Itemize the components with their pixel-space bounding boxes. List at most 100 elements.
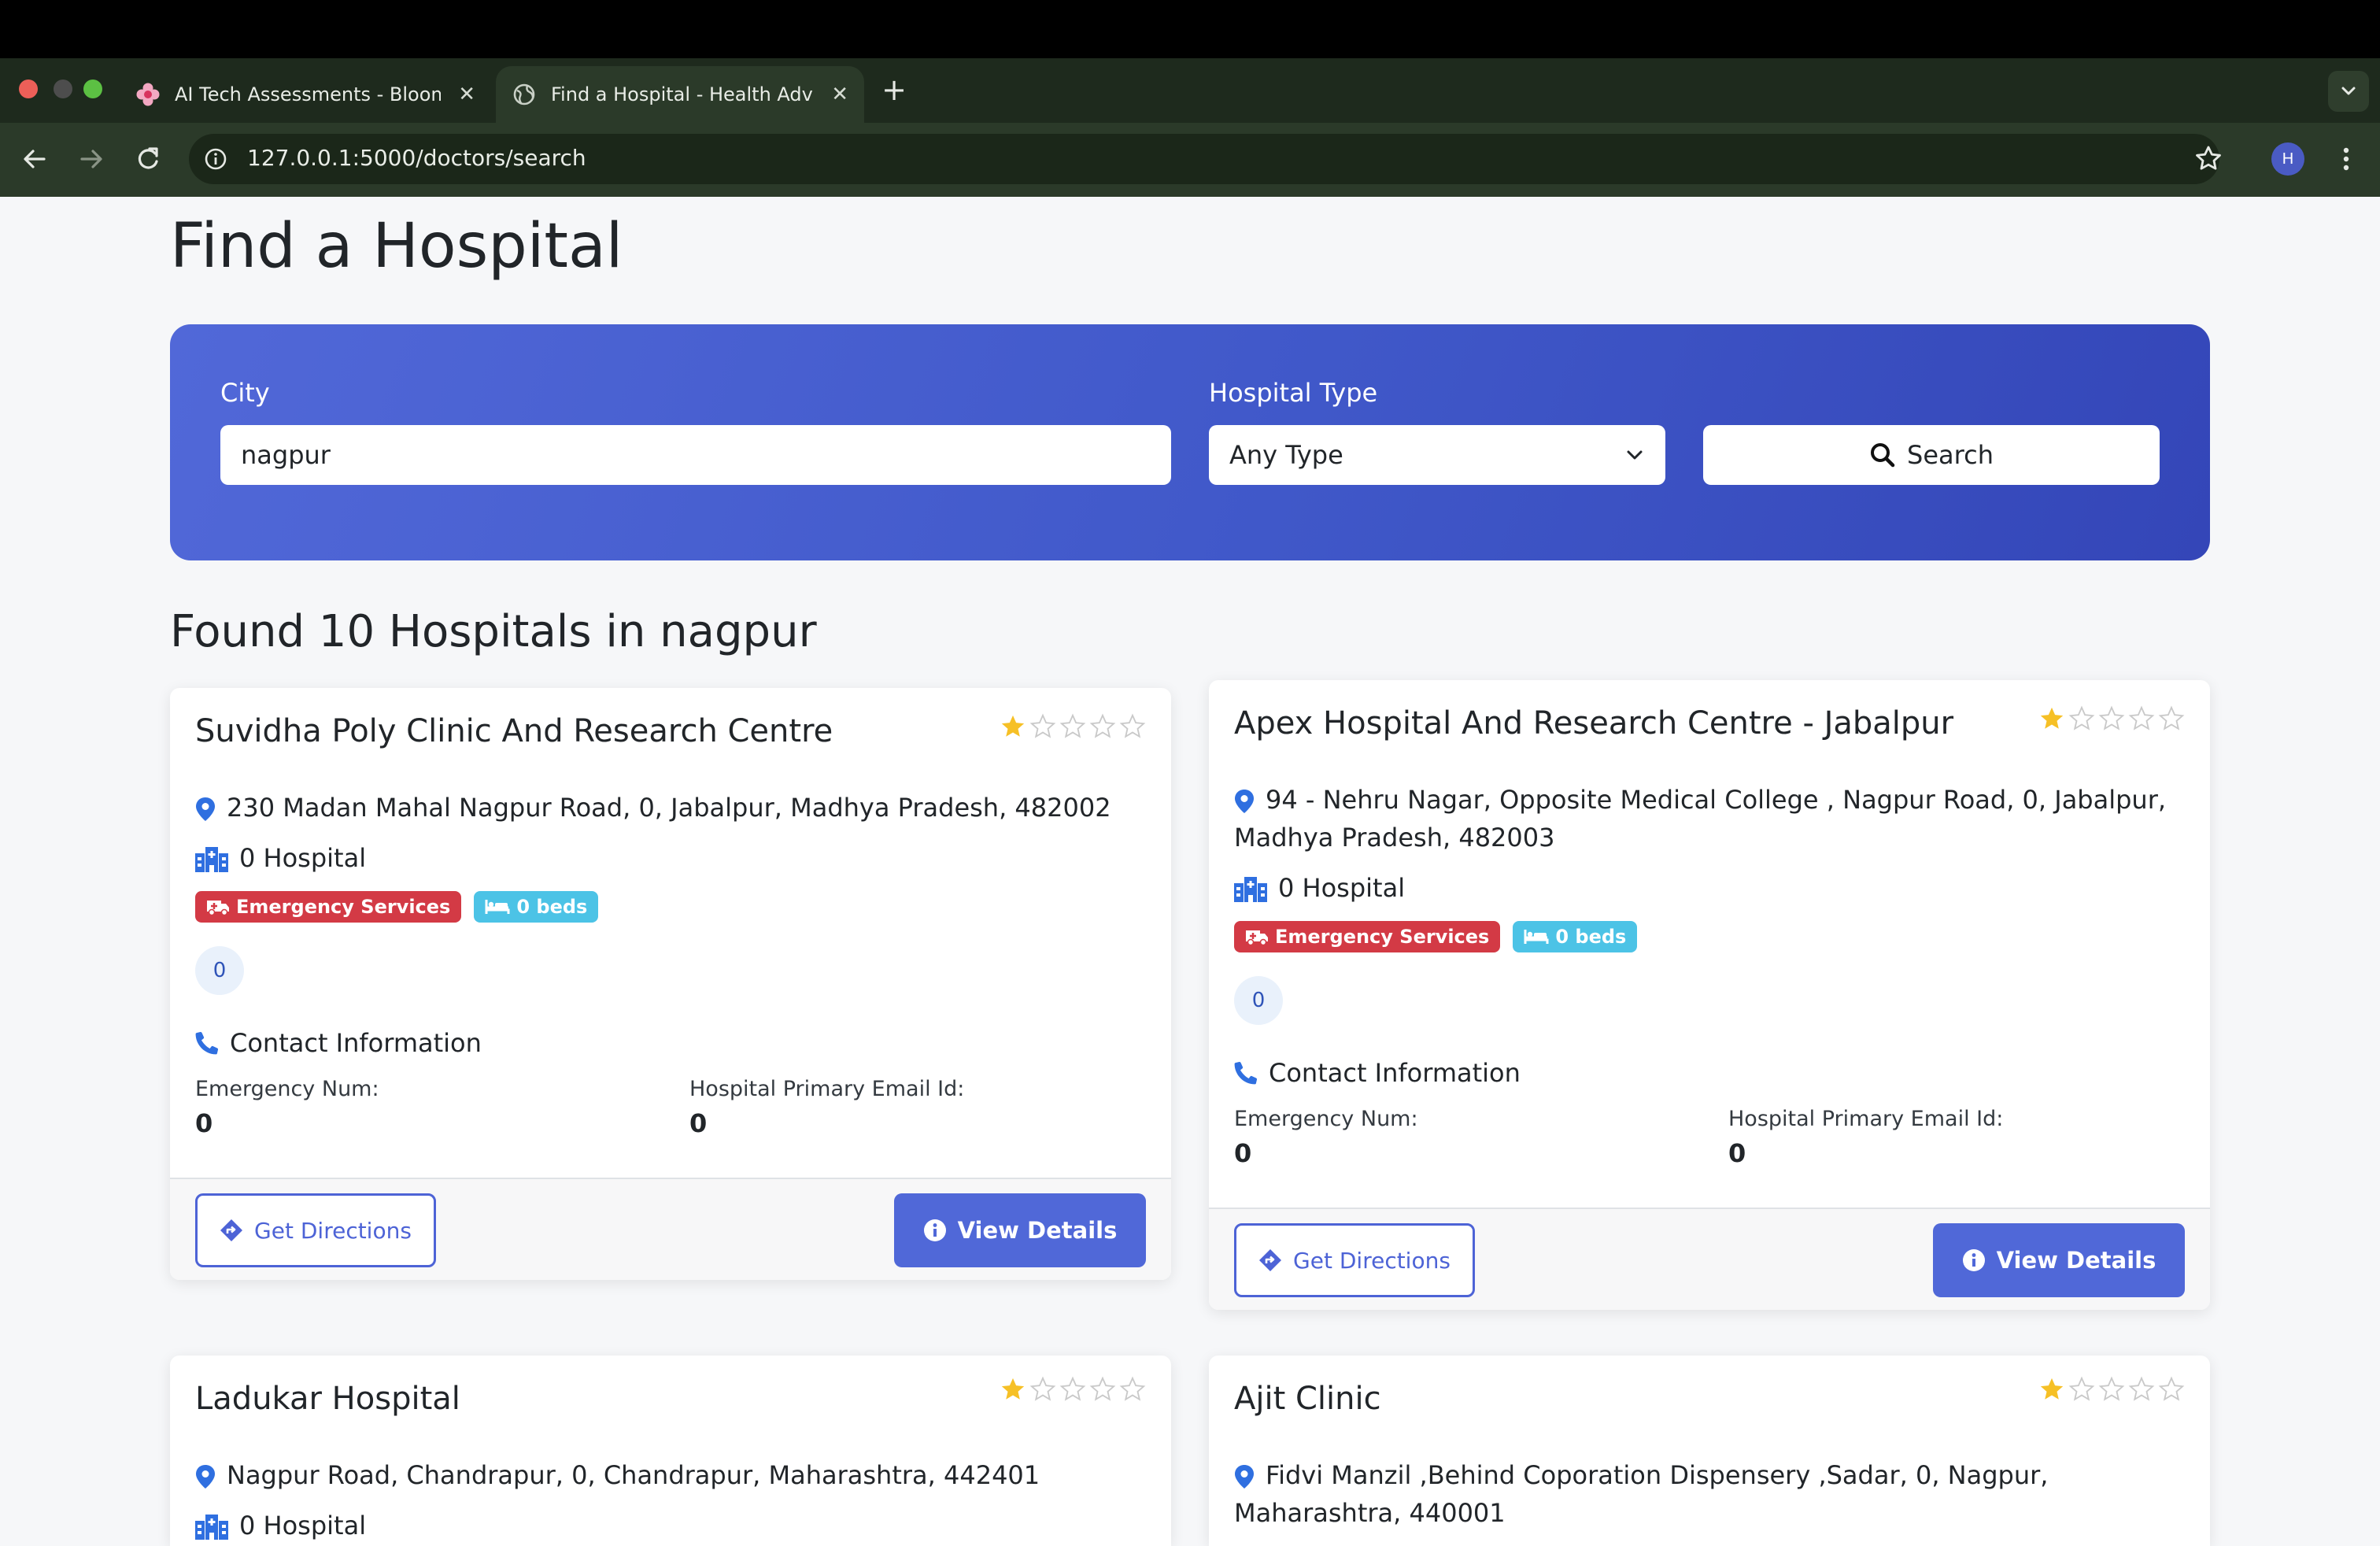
hospital-card: Apex Hospital And Research Centre - Jaba… [1209,680,2210,1310]
contact-heading-text: Contact Information [230,1028,482,1058]
star-empty-icon [1089,713,1116,738]
hospital-type-value: Any Type [1229,440,1343,470]
count-pill: 0 [1234,976,1283,1025]
badge-row: Emergency Services 0 beds [195,891,611,923]
url-text[interactable]: 127.0.0.1:5000/doctors/search [247,145,586,171]
rating-stars [2035,1376,2185,1403]
hospital-name: Apex Hospital And Research Centre - Jaba… [1234,705,1954,742]
tab-title: AI Tech Assessments - Bloom [175,83,442,105]
rating-stars [2035,705,2185,732]
reload-icon[interactable] [131,142,165,176]
star-empty-icon [2128,1376,2155,1401]
bloom-flower-icon [136,83,160,106]
back-arrow-icon[interactable] [17,142,52,176]
tab-close-icon[interactable]: ✕ [831,83,848,106]
badge-label: 0 beds [516,896,588,918]
new-tab-button[interactable]: + [880,74,908,105]
profile-avatar[interactable]: H [2271,142,2304,176]
star-filled-icon [2040,707,2064,729]
contact-heading: Contact Information [1234,1058,1521,1088]
forward-arrow-icon[interactable] [74,142,109,176]
phone-icon [195,1031,219,1055]
view-details-button[interactable]: View Details [1933,1223,2185,1297]
hospital-card: Ajit Clinic Fidvi Manzil ,Behind Coporat… [1209,1356,2210,1546]
tab-close-icon[interactable]: ✕ [458,83,475,106]
info-circle-icon [1962,1249,1985,1271]
info-circle-icon [923,1219,946,1241]
get-directions-button[interactable]: Get Directions [195,1193,436,1267]
ambulance-icon [1246,930,1268,945]
map-pin-icon [196,1465,215,1489]
address-text: Nagpur Road, Chandrapur, 0, Chandrapur, … [227,1460,1040,1490]
globe-icon [513,83,535,105]
star-empty-icon [1059,1376,1086,1401]
search-button[interactable]: Search [1703,425,2160,485]
view-details-button[interactable]: View Details [894,1193,1146,1267]
star-empty-icon [2098,705,2125,730]
star-empty-icon [2158,1376,2185,1401]
more-menu-icon[interactable] [2334,143,2358,175]
tab-ai-tech-assessments[interactable]: AI Tech Assessments - Bloom ✕ [120,66,491,123]
badge-label: 0 beds [1555,926,1627,948]
hospital-type-text: 0 Hospital [1278,873,1406,903]
rating-stars [996,713,1146,740]
emergency-services-badge: Emergency Services [195,891,462,923]
badge-label: Emergency Services [1275,926,1490,948]
card-footer: Get Directions View Details [170,1178,1171,1280]
emergency-num-label: Emergency Num: [1234,1107,1418,1131]
count-pill: 0 [195,946,244,995]
search-icon [1871,443,1895,468]
close-window-icon[interactable] [19,80,38,98]
emergency-num-label: Emergency Num: [195,1077,379,1101]
zoom-window-icon[interactable] [83,80,102,98]
map-pin-icon [196,797,215,821]
card-footer: Get Directions View Details [1209,1208,2210,1310]
bookmark-star-icon[interactable] [2193,143,2224,175]
page-title: Find a Hospital [170,211,623,282]
tab-search-button[interactable] [2328,71,2369,112]
hospital-building-icon [1234,877,1267,902]
results-heading: Found 10 Hospitals in nagpur [170,606,817,657]
beds-badge: 0 beds [1513,921,1638,952]
search-button-label: Search [1907,440,1994,470]
star-empty-icon [2128,705,2155,730]
city-label: City [220,378,270,408]
site-info-icon[interactable] [203,146,228,172]
hospital-type-text: 0 Hospital [239,1511,367,1540]
hospital-name: Ladukar Hospital [195,1381,460,1417]
tab-find-a-hospital[interactable]: Find a Hospital - Health Advisor ✕ [496,66,864,123]
hospital-type-text: 0 Hospital [239,843,367,873]
star-empty-icon [1029,713,1056,738]
tab-title: Find a Hospital - Health Advisor [551,83,814,105]
email-label: Hospital Primary Email Id: [1728,1107,2004,1131]
star-empty-icon [1089,1376,1116,1401]
minimize-window-icon[interactable] [54,80,72,98]
chevron-down-icon [1627,450,1643,460]
contact-heading-text: Contact Information [1269,1058,1521,1088]
star-empty-icon [2068,1376,2095,1401]
contact-heading: Contact Information [195,1028,482,1058]
hospital-address: Nagpur Road, Chandrapur, 0, Chandrapur, … [195,1456,1140,1494]
hospital-card: Suvidha Poly Clinic And Research Centre … [170,688,1171,1280]
star-filled-icon [1001,1378,1025,1400]
email-value: 0 [689,1108,708,1138]
badge-row: Emergency Services 0 beds [1234,921,1650,952]
star-empty-icon [1059,713,1086,738]
city-input[interactable] [220,425,1171,485]
star-empty-icon [1119,1376,1146,1401]
ambulance-icon [207,901,229,915]
hospital-building-icon [195,847,228,872]
hospital-type-select[interactable]: Any Type [1209,425,1665,485]
hospital-type: 0 Hospital [1234,869,2179,907]
star-empty-icon [1119,713,1146,738]
bed-icon [1524,930,1549,944]
emergency-num-value: 0 [195,1108,213,1138]
emergency-num-value: 0 [1234,1138,1252,1168]
star-empty-icon [2068,705,2095,730]
get-directions-label: Get Directions [1293,1247,1451,1274]
directions-icon [220,1219,243,1241]
star-empty-icon [2098,1376,2125,1401]
get-directions-button[interactable]: Get Directions [1234,1223,1475,1297]
hospital-type-label: Hospital Type [1209,378,1378,408]
hospital-type: 0 Hospital [195,839,1140,877]
